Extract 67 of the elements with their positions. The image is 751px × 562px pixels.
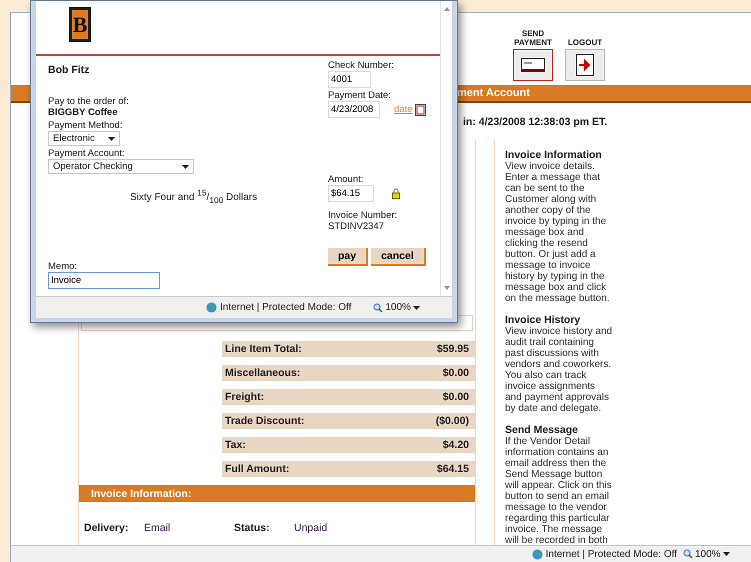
payment-date-label: Payment Date: [328, 90, 392, 101]
scrollbar[interactable] [440, 1, 452, 296]
zoom-level[interactable]: 100% [373, 302, 434, 313]
help-title: Invoice History [505, 315, 582, 326]
security-zone-text: Internet | Protected Mode: Off [206, 302, 352, 313]
payer-name: Bob Fitz [48, 64, 90, 76]
invoice-number: STDINV2347 [328, 221, 385, 232]
total-value: ($0.00) [436, 415, 469, 427]
toolbar-label: LOGOUT [566, 38, 604, 47]
total-label: Trade Discount: [225, 415, 304, 427]
total-label: Full Amount: [225, 463, 290, 475]
total-label: Miscellaneous: [225, 367, 300, 379]
zoom-icon[interactable] [373, 302, 384, 312]
pay-to-label: Pay to the order of: [48, 96, 130, 107]
caret-icon [182, 164, 189, 168]
field-label: Status: [234, 522, 271, 534]
help-title: Send Message [505, 425, 579, 436]
total-label: Freight: [225, 391, 264, 403]
scroll-down-icon[interactable] [444, 286, 450, 290]
globe-icon [206, 302, 217, 313]
payee-name: BIGGBY Coffee [48, 107, 119, 118]
help-text: View invoice history and audit trail containing past discussions with vendors and coworkers. You also can track invoice assignments and payment approvals by date and delegate. [505, 326, 614, 414]
section-title: ment Account [457, 87, 530, 99]
pay-button[interactable]: pay [328, 248, 368, 266]
total-label: Tax: [225, 439, 246, 451]
calendar-icon[interactable] [414, 104, 426, 116]
payment-account-select[interactable]: Operator Checking [48, 159, 194, 174]
memo-field[interactable]: Invoice [48, 272, 160, 290]
total-value: $0.00 [442, 391, 469, 403]
total-value: $64.15 [436, 463, 469, 475]
padlock-icon [392, 188, 400, 199]
cancel-button[interactable]: cancel [371, 248, 426, 266]
field-value: Unpaid [294, 522, 328, 534]
caret-icon [108, 136, 115, 140]
total-value: $0.00 [442, 367, 469, 379]
last-login-text: in: 4/23/2008 12:38:03 pm ET. [463, 116, 608, 128]
help-text: If the Vendor Detail information contains an email address then the Send Message button will appear. Click on this button to send an email message to the vendor regarding this particular invoice. The message will be recorded in both [505, 436, 613, 545]
check-card-icon [521, 58, 545, 72]
amount-in-words: Sixty Four and $^{15}$/$_{100}$ Dollars [130, 192, 258, 204]
invoice-info-title: Invoice Information: [91, 488, 192, 500]
total-value: $4.20 [442, 439, 469, 451]
toolbar-label: SEND PAYMENT [513, 29, 553, 47]
total-label: Line Item Total: [225, 343, 302, 355]
logout-button[interactable] [565, 49, 605, 81]
zoom-icon[interactable] [683, 549, 693, 559]
check-number-field[interactable]: 4001 [328, 71, 371, 88]
amount-field[interactable]: $64.15 [328, 185, 374, 202]
invoice-number-label: Invoice Number: [328, 210, 398, 221]
payment-date-field[interactable]: 4/23/2008 [328, 101, 380, 118]
method-label: Payment Method: [48, 120, 124, 131]
field-label: Delivery: [84, 522, 130, 534]
security-zone-text: Internet | Protected Mode: Off [532, 548, 677, 560]
payment-method-select[interactable]: Electronic [48, 131, 120, 146]
field-value: Email [144, 522, 172, 534]
help-text: View invoice details. Enter a message that can be sent to the Customer along with another copy of the invoice by typing in the message box and clicking the resend button. Or just add a message to invoice history by typing in the message box and click on the message button. [505, 161, 611, 304]
zoom-level[interactable]: 100% [683, 548, 743, 560]
memo-label: Memo: [48, 261, 78, 272]
total-value: $59.95 [436, 343, 469, 355]
caret-icon [722, 552, 730, 556]
help-title: Invoice Information [505, 150, 603, 161]
caret-icon [412, 306, 420, 310]
account-label: Payment Account: [48, 148, 126, 159]
amount-label: Amount: [328, 174, 364, 185]
logo: B [69, 7, 91, 42]
check-number-label: Check Number: [328, 60, 395, 71]
globe-icon [532, 548, 543, 560]
send-payment-button[interactable] [513, 49, 553, 81]
